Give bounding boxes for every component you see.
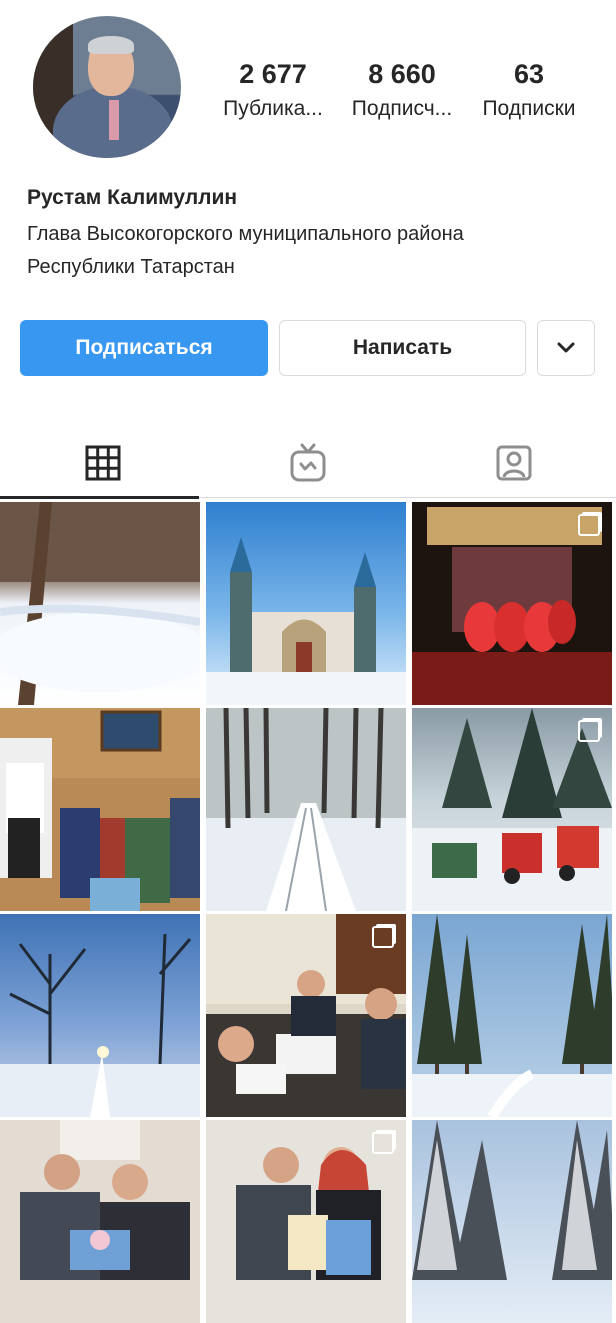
stat-followers-label: Подписч... [351,97,453,120]
post-image [0,502,200,705]
grid-icon [85,445,120,481]
post-thumbnail[interactable] [206,502,406,705]
message-button[interactable]: Написать [279,320,526,376]
post-thumbnail[interactable] [206,1120,406,1323]
carousel-icon [372,1132,394,1154]
stat-posts[interactable]: 2 677 Публика... [218,58,328,124]
stat-followers-value: 8 660 [368,59,436,89]
profile-avatar[interactable] [33,16,181,158]
tab-grid[interactable] [0,430,205,496]
tab-tagged[interactable] [411,430,616,496]
tagged-icon [496,445,531,481]
post-thumbnail[interactable] [412,914,612,1117]
post-image [206,537,406,705]
post-thumbnail[interactable] [412,502,612,705]
stat-posts-label: Публика... [223,97,323,120]
tabs-divider [199,497,616,498]
carousel-icon [578,720,600,742]
stat-following-value: 63 [513,59,545,89]
active-tab-indicator [0,496,199,499]
post-image [0,708,200,911]
post-thumbnail[interactable] [412,1120,612,1323]
igtv-icon [290,443,325,482]
post-image [0,933,200,1117]
carousel-icon [578,514,600,536]
profile-tabs [0,430,616,500]
post-thumbnail[interactable] [412,708,612,911]
post-thumbnail[interactable] [0,708,200,911]
avatar-tie [109,100,119,140]
stat-following-label: Подписки [482,97,576,120]
post-image [412,1120,612,1280]
more-button[interactable] [537,320,595,376]
bio-line: Глава Высокогорского муниципального райо… [27,223,464,245]
follow-button[interactable]: Подписаться [20,320,268,376]
post-image [412,914,612,1117]
stat-posts-value: 2 677 [239,59,307,89]
post-thumbnail[interactable] [206,914,406,1117]
tab-igtv[interactable] [205,430,410,496]
chevron-down-icon [557,342,575,353]
post-image [20,1120,190,1280]
post-thumbnail[interactable] [0,502,200,705]
bio-line: Республики Татарстан [27,256,235,278]
post-thumbnail[interactable] [0,1120,200,1323]
stat-followers[interactable]: 8 660 Подписч... [344,58,460,124]
post-image [206,708,406,911]
carousel-icon [372,926,394,948]
profile-bio: Глава Высокогорского муниципального райо… [27,218,597,284]
stat-following[interactable]: 63 Подписки [473,58,585,124]
profile-name: Рустам Калимуллин [27,186,238,209]
avatar-hair [88,36,134,54]
post-thumbnail[interactable] [0,914,200,1117]
post-thumbnail[interactable] [206,708,406,911]
